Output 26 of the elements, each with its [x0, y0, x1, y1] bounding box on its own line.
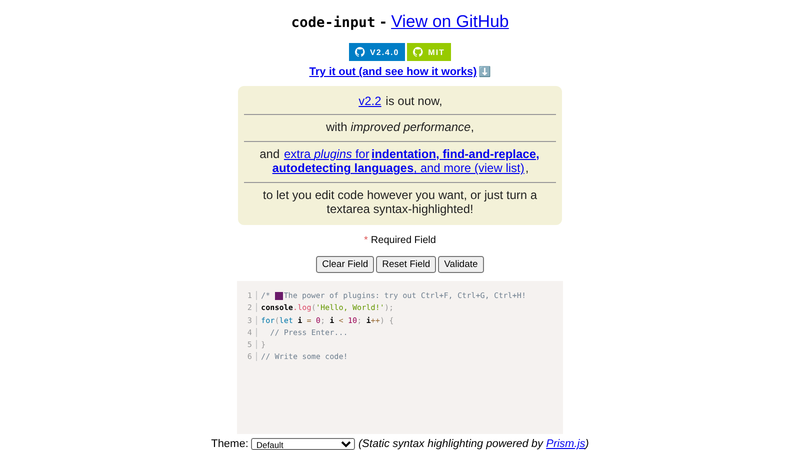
prism-link[interactable]: Prism.js	[546, 438, 586, 450]
required-asterisk: *	[364, 235, 368, 246]
title-separator: -	[380, 12, 386, 32]
github-link[interactable]: View on GitHub	[391, 12, 509, 32]
required-label: Required Field	[370, 235, 436, 246]
down-arrow-icon: ⬇	[478, 66, 491, 78]
notice-text: ,	[525, 161, 529, 176]
github-icon	[355, 47, 366, 57]
notice-link[interactable]: v2.2	[358, 94, 382, 108]
try-it-link[interactable]: Try it out (and see how it works)	[309, 66, 477, 78]
theme-select[interactable]: Default	[251, 438, 356, 450]
theme-note: (Static syntax highlighting powered by Prism.js)	[358, 438, 589, 450]
notice-text: is out now,	[384, 94, 442, 108]
notice-link[interactable]: extra plugins for	[284, 146, 370, 162]
form-button[interactable]: Clear Field	[316, 256, 374, 274]
notice-text: and	[260, 146, 281, 161]
form-button[interactable]: Reset Field	[376, 256, 436, 274]
form-button[interactable]: Validate	[438, 256, 484, 274]
github-icon	[413, 47, 424, 57]
theme-label: Theme:	[211, 438, 248, 450]
notice-link[interactable]: autodetecting languages, and more (view list)	[272, 161, 524, 176]
badge[interactable]: V2.4.0	[349, 43, 406, 61]
notice-link[interactable]: indentation, find-and-replace,	[371, 146, 540, 162]
notice-text: to let you edit code however you want, or just turn a textarea syntax-highlighted!	[262, 188, 538, 216]
project-name: code-input	[291, 15, 376, 31]
notice-text: with improved performance,	[326, 120, 474, 134]
